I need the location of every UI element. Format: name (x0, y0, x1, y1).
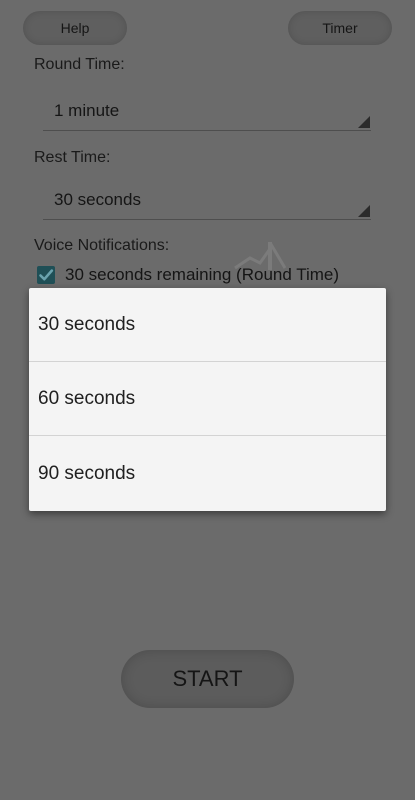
voice-notifications-label: Voice Notifications: (34, 237, 170, 254)
rest-time-select[interactable]: 30 seconds (43, 183, 371, 220)
rest-time-label: Rest Time: (34, 149, 111, 166)
rest-time-value: 30 seconds (54, 190, 141, 209)
help-button-label: Help (60, 20, 90, 36)
voice-option-label: 30 seconds remaining (Round Time) (65, 265, 340, 284)
dropdown-arrow-icon (358, 205, 370, 217)
voice-option-30s-remaining[interactable]: 30 seconds remaining (Round Time) (37, 265, 339, 285)
round-time-value: 1 minute (54, 101, 120, 120)
start-button[interactable]: START (121, 650, 294, 708)
dropdown-option-90-seconds[interactable]: 90 seconds (29, 436, 386, 511)
timer-button[interactable]: Timer (288, 11, 392, 45)
checkbox-checked-icon[interactable] (37, 266, 55, 284)
dropdown-option-30-seconds[interactable]: 30 seconds (29, 288, 386, 362)
rest-time-dropdown-menu: 30 seconds 60 seconds 90 seconds (29, 288, 386, 511)
dropdown-arrow-icon (358, 116, 370, 128)
screen: Help Timer Round Time: 1 minute Rest Tim… (0, 0, 415, 800)
round-time-select[interactable]: 1 minute (43, 94, 371, 131)
timer-button-label: Timer (322, 20, 358, 36)
help-button[interactable]: Help (23, 11, 127, 45)
start-button-label: START (172, 666, 243, 691)
round-time-label: Round Time: (34, 56, 125, 73)
dropdown-option-60-seconds[interactable]: 60 seconds (29, 362, 386, 436)
